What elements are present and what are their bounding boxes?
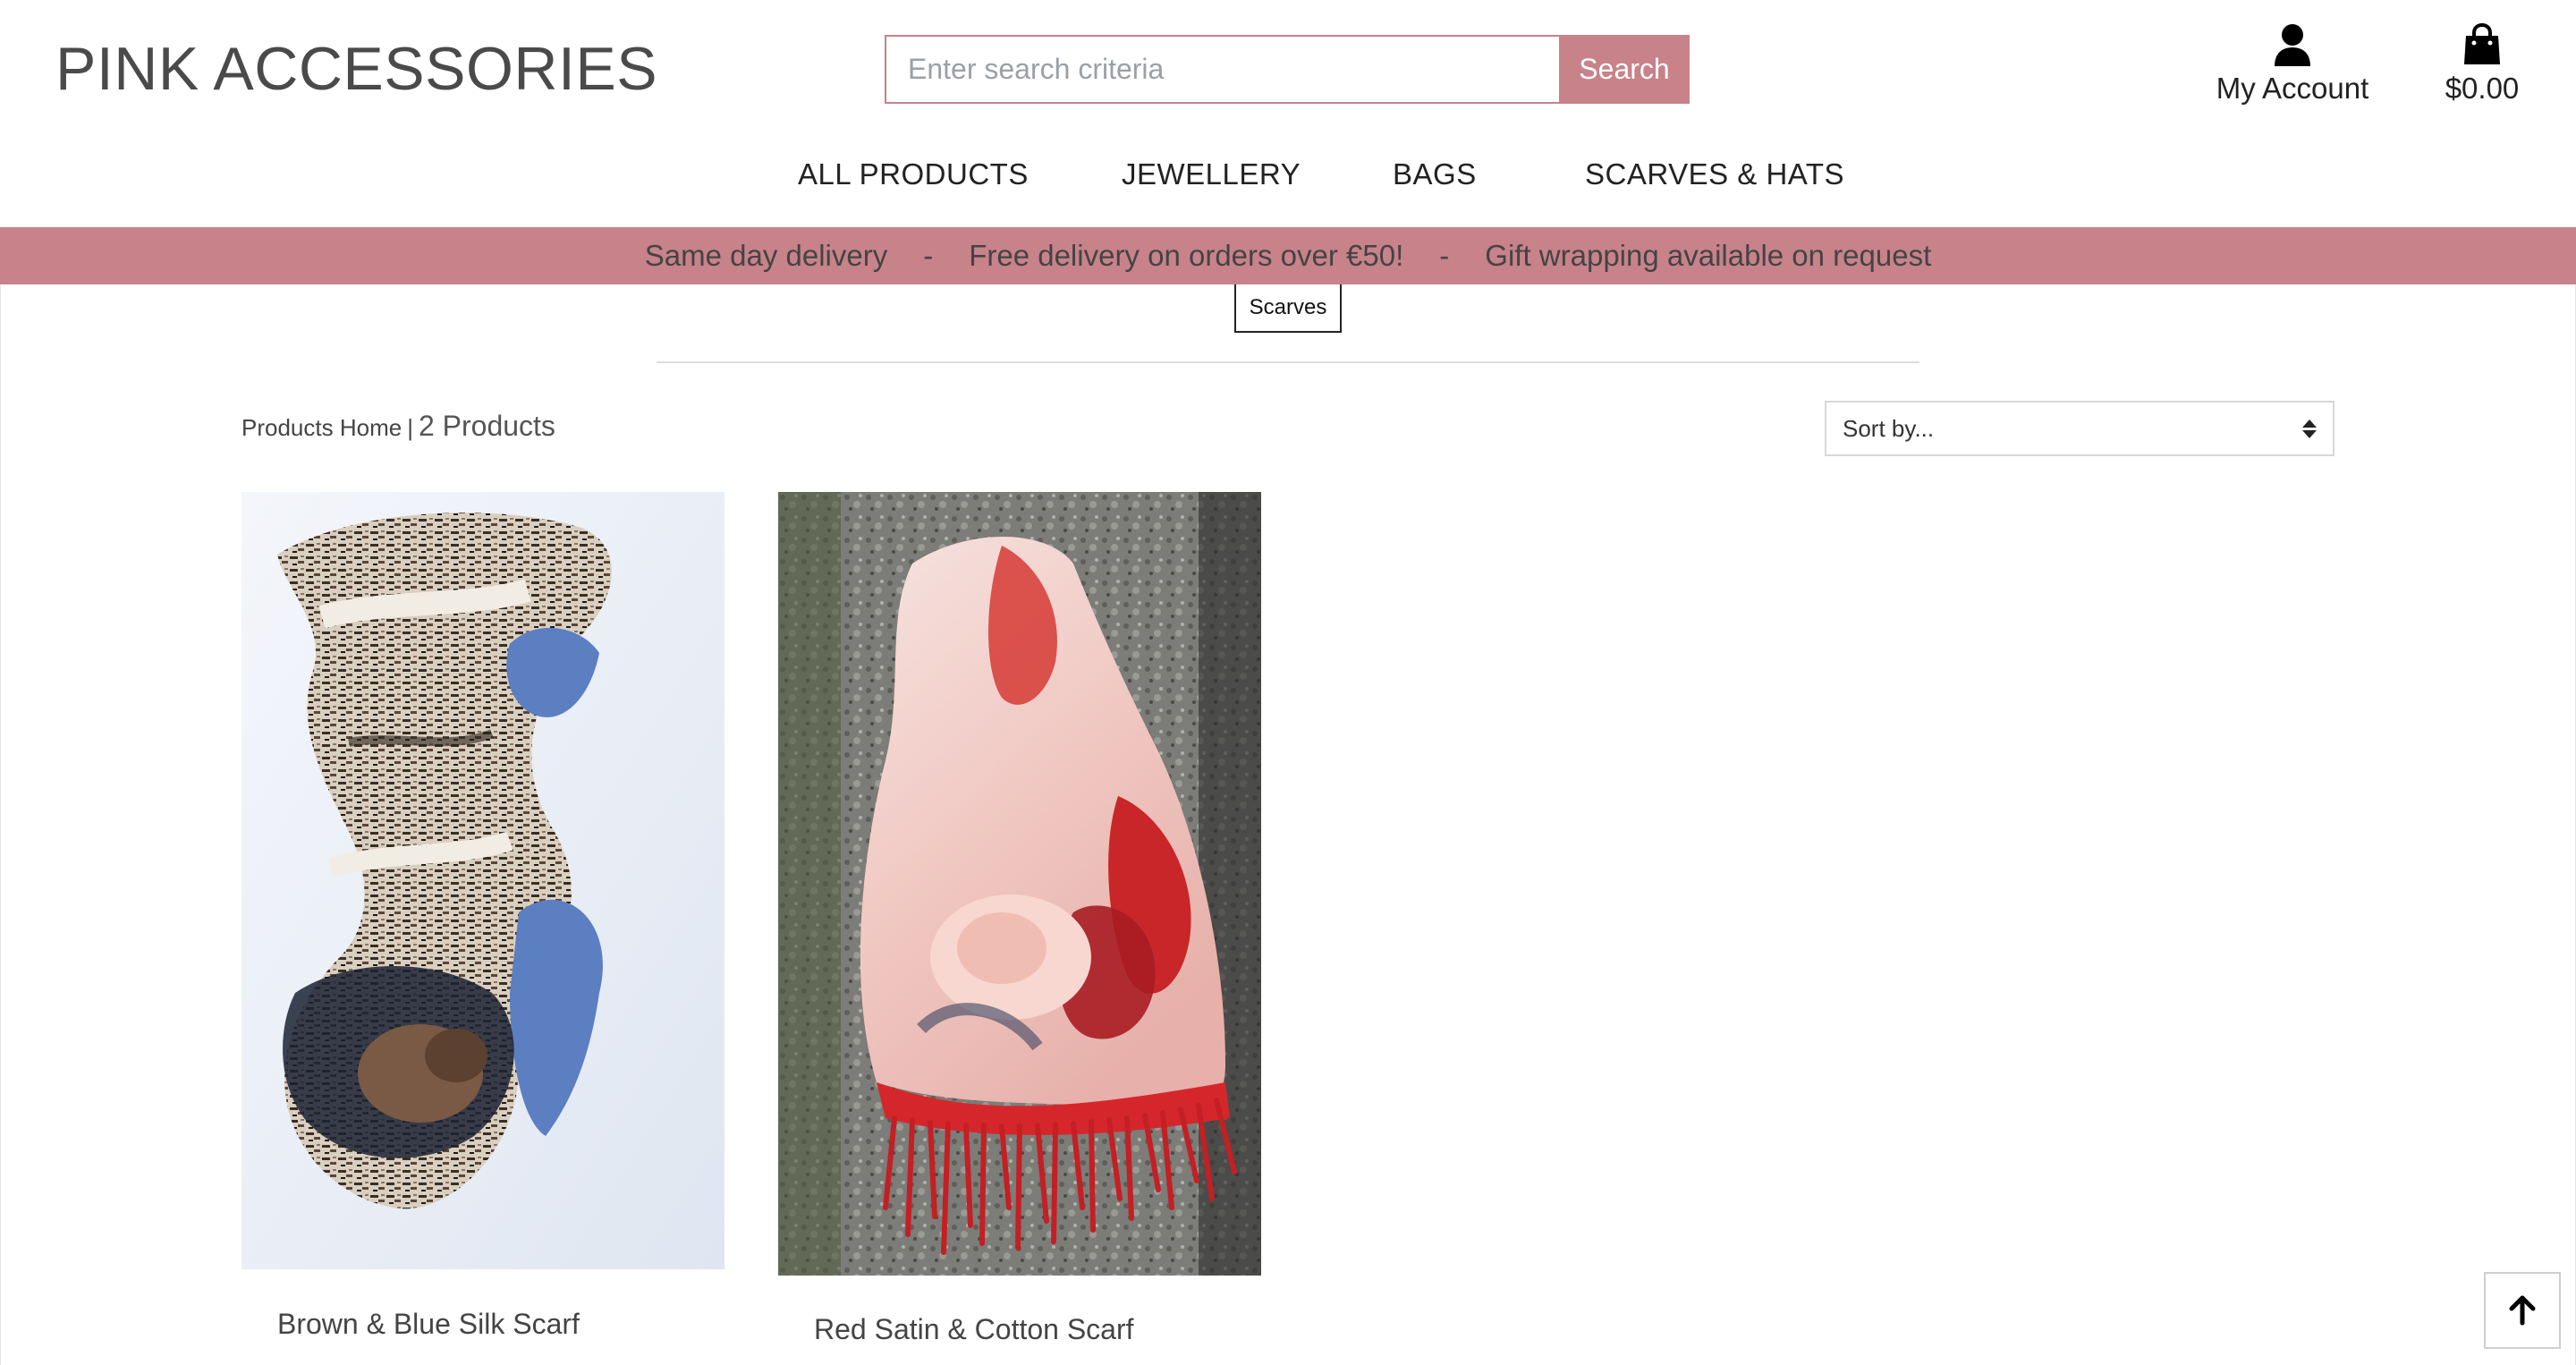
nav-item-bags[interactable]: BAGS xyxy=(1393,157,1477,191)
user-icon xyxy=(2275,24,2310,66)
nav-item-all-products[interactable]: ALL PRODUCTS xyxy=(798,157,1029,191)
delivery-banner: Same day delivery - Free delivery on ord… xyxy=(0,227,2576,284)
banner-message-gift-wrap: Gift wrapping available on request xyxy=(1485,239,1932,272)
shopping-bag-icon xyxy=(2464,23,2500,64)
scarf-brown-blue-image xyxy=(242,492,724,1269)
sort-select-value: Sort by... xyxy=(1843,414,1935,442)
breadcrumb: Products Home | 2 Products xyxy=(242,410,555,443)
my-account-link[interactable]: My Account xyxy=(2209,23,2376,106)
banner-separator: - xyxy=(1439,239,1450,272)
back-to-top-button[interactable] xyxy=(2484,1272,2561,1349)
cart-total: $0.00 xyxy=(2445,72,2520,105)
category-filter-badge[interactable]: Scarves xyxy=(1234,284,1342,333)
breadcrumb-products-home[interactable]: Products Home xyxy=(242,414,402,441)
search-form: Search xyxy=(885,35,1690,104)
main-nav: ALL PRODUCTS JEWELLERY BAGS SCARVES & HA… xyxy=(0,152,2576,202)
product-image[interactable] xyxy=(242,492,724,1269)
product-card[interactable]: Brown & Blue Silk Scarf xyxy=(242,492,724,1365)
section-divider xyxy=(657,361,1919,363)
banner-message-free-delivery: Free delivery on orders over €50! xyxy=(969,239,1404,272)
my-account-label: My Account xyxy=(2216,72,2369,105)
breadcrumb-separator: | xyxy=(407,414,413,441)
sort-arrows-icon xyxy=(2302,419,2317,438)
product-count: 2 Products xyxy=(418,410,555,442)
product-image[interactable] xyxy=(778,492,1261,1276)
scarf-red-satin-image xyxy=(778,492,1261,1276)
nav-item-scarves-hats[interactable]: SCARVES & HATS xyxy=(1585,157,1844,191)
site-header: PINK ACCESSORIES Search My Account $0.00… xyxy=(0,0,2576,227)
product-card[interactable]: Red Satin & Cotton Scarf xyxy=(778,492,1261,1365)
cart-link[interactable]: $0.00 xyxy=(2433,23,2531,106)
banner-separator: - xyxy=(923,239,934,272)
banner-message-same-day: Same day delivery xyxy=(644,239,888,272)
search-input[interactable] xyxy=(885,35,1559,104)
nav-item-jewellery[interactable]: JEWELLERY xyxy=(1122,157,1301,191)
sort-select[interactable]: Sort by... xyxy=(1825,401,2334,456)
product-title[interactable]: Brown & Blue Silk Scarf xyxy=(277,1308,580,1341)
site-logo[interactable]: PINK ACCESSORIES xyxy=(55,34,657,104)
arrow-up-icon xyxy=(2509,1295,2536,1326)
search-button[interactable]: Search xyxy=(1559,35,1690,104)
product-title[interactable]: Red Satin & Cotton Scarf xyxy=(814,1313,1134,1346)
